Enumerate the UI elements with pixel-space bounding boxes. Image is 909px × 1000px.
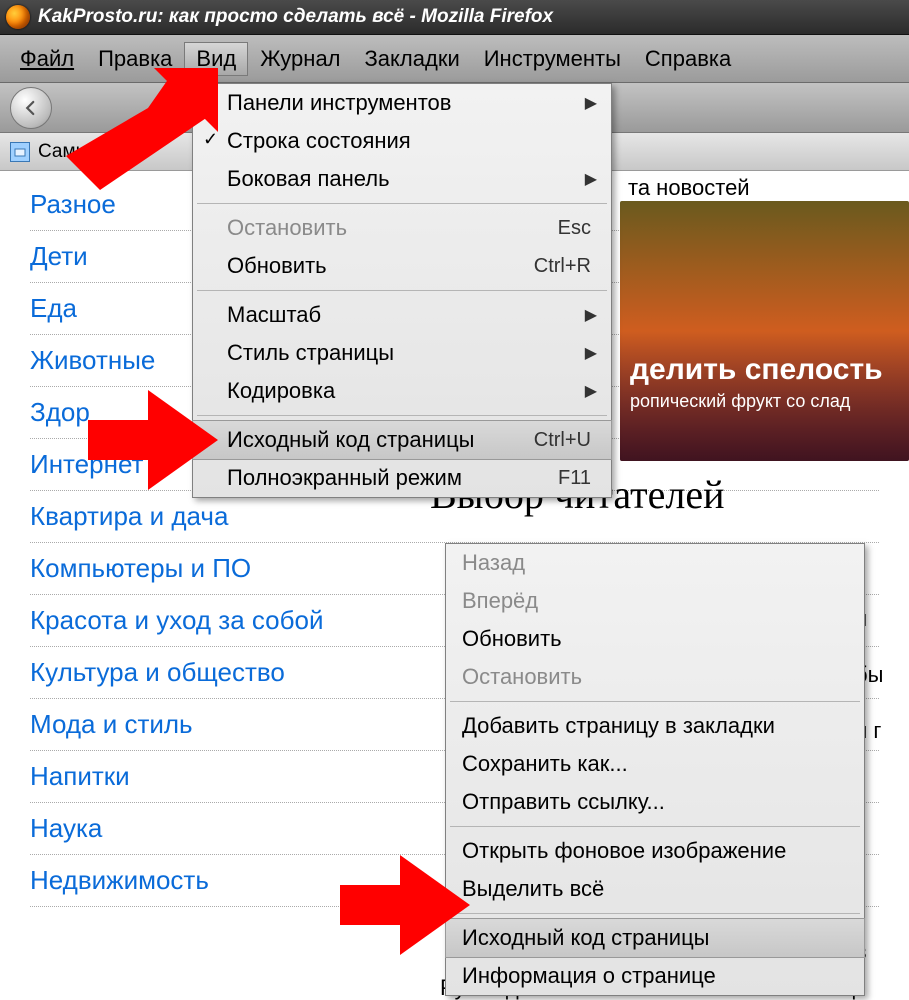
hero-title: делить спелость [630, 353, 899, 387]
menu-toolbars[interactable]: Панели инструментов▶ [193, 84, 611, 122]
menu-separator [197, 290, 607, 291]
menu-reload[interactable]: ОбновитьCtrl+R [193, 247, 611, 285]
chevron-right-icon: ▶ [585, 343, 597, 363]
chevron-right-icon: ▶ [585, 93, 597, 113]
menu-page-source[interactable]: Исходный код страницыCtrl+U [193, 421, 611, 459]
menu-sidebar[interactable]: Боковая панель▶ [193, 160, 611, 198]
menu-separator [450, 701, 860, 702]
window-titlebar: KakProsto.ru: как просто сделать всё - M… [0, 0, 909, 35]
chevron-right-icon: ▶ [585, 305, 597, 325]
chevron-right-icon: ▶ [585, 381, 597, 401]
folder-icon [10, 142, 30, 162]
annotation-arrow-icon [340, 855, 470, 965]
menu-separator [450, 826, 860, 827]
view-menu-dropdown: Панели инструментов▶ ✓ Строка состояния … [192, 83, 612, 498]
menu-encoding[interactable]: Кодировка▶ [193, 372, 611, 410]
chevron-right-icon: ▶ [585, 169, 597, 189]
ctx-stop: Остановить [446, 658, 864, 696]
ctx-send-link[interactable]: Отправить ссылку... [446, 783, 864, 821]
firefox-icon [6, 5, 30, 29]
menu-stop: ОстановитьEsc [193, 209, 611, 247]
menu-help[interactable]: Справка [633, 42, 743, 76]
ctx-open-bg-image[interactable]: Открыть фоновое изображение [446, 832, 864, 870]
ctx-reload[interactable]: Обновить [446, 620, 864, 658]
menu-bookmarks[interactable]: Закладки [353, 42, 472, 76]
ctx-page-info[interactable]: Информация о странице [446, 957, 864, 995]
ctx-save-as[interactable]: Сохранить как... [446, 745, 864, 783]
annotation-arrow-icon [88, 390, 218, 500]
hero-subtitle: ропический фрукт со слад [630, 391, 899, 412]
shortcut-label: Esc [558, 217, 597, 240]
ctx-forward: Вперёд [446, 582, 864, 620]
news-feed-label: та новостей [628, 175, 750, 201]
menu-tools[interactable]: Инструменты [472, 42, 633, 76]
chevron-left-icon [22, 99, 40, 117]
menu-separator [197, 203, 607, 204]
context-menu: Назад Вперёд Обновить Остановить Добавит… [445, 543, 865, 996]
menu-journal[interactable]: Журнал [248, 42, 352, 76]
shortcut-label: Ctrl+U [534, 429, 597, 452]
menu-status-bar[interactable]: ✓ Строка состояния [193, 122, 611, 160]
menu-separator [197, 415, 607, 416]
ctx-back: Назад [446, 544, 864, 582]
window-title: KakProsto.ru: как просто сделать всё - M… [38, 6, 553, 28]
menu-page-style[interactable]: Стиль страницы▶ [193, 334, 611, 372]
back-button[interactable] [10, 87, 52, 129]
menu-fullscreen[interactable]: Полноэкранный режимF11 [193, 459, 611, 497]
shortcut-label: Ctrl+R [534, 255, 597, 278]
menu-zoom[interactable]: Масштаб▶ [193, 296, 611, 334]
annotation-arrow-icon [58, 60, 218, 200]
menu-separator [450, 913, 860, 914]
shortcut-label: F11 [558, 467, 597, 490]
hero-banner[interactable]: делить спелость ропический фрукт со слад [620, 201, 909, 461]
ctx-select-all[interactable]: Выделить всё [446, 870, 864, 908]
ctx-add-bookmark[interactable]: Добавить страницу в закладки [446, 707, 864, 745]
ctx-page-source[interactable]: Исходный код страницы [446, 919, 864, 957]
